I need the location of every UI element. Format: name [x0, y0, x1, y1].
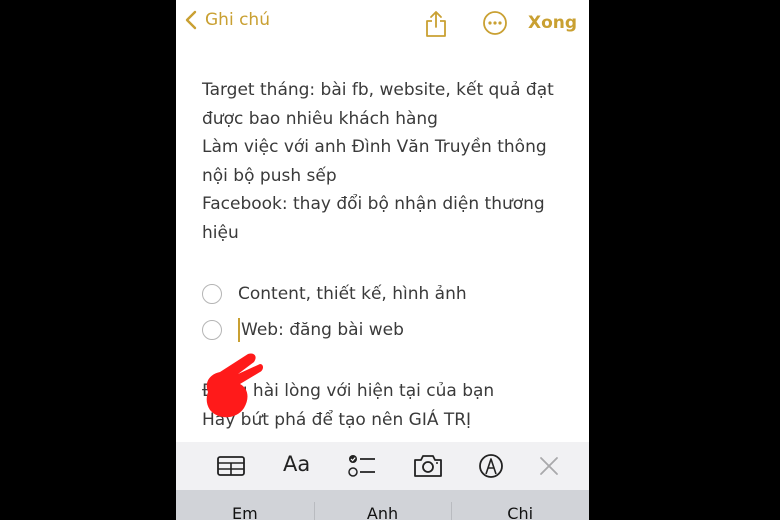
checkbox-circle[interactable] [202, 284, 222, 304]
checkbox-circle[interactable] [202, 320, 222, 340]
pointing-hand-annotation-icon [206, 353, 263, 418]
keyboard-suggestion-bar: Em Anh Chi [176, 490, 589, 520]
formatting-toolbar: Aa [176, 442, 589, 490]
checklist-label: Web: đăng bài web [241, 319, 404, 340]
more-ellipsis-icon[interactable] [482, 10, 508, 36]
back-button[interactable]: Ghi chú [184, 10, 270, 30]
notes-app-screen: Ghi chú Xong Target tháng: bài fb, websi… [176, 0, 589, 520]
navigation-bar: Ghi chú Xong [176, 0, 589, 48]
note-line: Target tháng: bài fb, website, kết quả đ… [202, 80, 554, 129]
checklist-label: Content, thiết kế, hình ảnh [238, 283, 467, 304]
table-icon[interactable] [217, 456, 245, 476]
suggestion-anh[interactable]: Anh [313, 490, 452, 520]
checklist-item: Web: đăng bài web [202, 312, 572, 348]
chevron-left-icon [185, 10, 197, 30]
note-line: Facebook: thay đổi bộ nhận diện thương h… [202, 194, 545, 243]
text-format-icon[interactable]: Aa [283, 452, 310, 476]
text-cursor [238, 318, 240, 342]
suggestion-em[interactable]: Em [176, 490, 314, 520]
checklist-icon[interactable] [348, 454, 376, 478]
checklist-item: Content, thiết kế, hình ảnh [202, 276, 572, 312]
markup-pen-icon[interactable] [478, 453, 504, 479]
note-line: Làm việc với anh Đình Văn Truyền thông n… [202, 137, 547, 186]
back-label: Ghi chú [205, 10, 270, 30]
suggestion-chi[interactable]: Chi [451, 490, 589, 520]
done-button[interactable]: Xong [528, 13, 577, 33]
share-icon[interactable] [424, 10, 448, 38]
close-icon[interactable] [539, 456, 559, 476]
camera-icon[interactable] [413, 454, 443, 478]
